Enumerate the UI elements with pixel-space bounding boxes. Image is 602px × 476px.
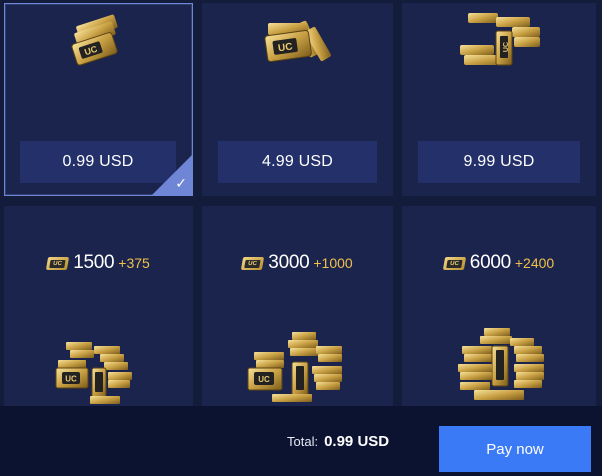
package-card-3[interactable]: UC 9.99 USD — [402, 3, 596, 196]
uc-bonus-amount: +2400 — [514, 255, 555, 271]
checkout-footer: Total: 0.99 USD Pay now — [0, 406, 602, 476]
pay-now-button[interactable]: Pay now — [439, 426, 591, 472]
package-card-6[interactable]: UC 6000 +2400 — [402, 206, 596, 406]
uc-badge-icon: UC — [241, 256, 265, 270]
package-card-4[interactable]: UC 1500 +375 UC — [4, 206, 193, 406]
package-card-2[interactable]: UC 4.99 USD — [202, 3, 393, 196]
svg-text:UC: UC — [258, 375, 270, 384]
total-value: 0.99 USD — [324, 433, 390, 450]
package-card-1[interactable]: UC 0.99 USD ✓ — [4, 3, 193, 196]
uc-badge-icon: UC — [46, 256, 70, 270]
uc-base-amount: 1500 — [73, 252, 115, 273]
uc-bonus-amount: +375 — [118, 255, 150, 271]
price-label: 4.99 USD — [218, 141, 377, 183]
uc-coin-stack-icon — [454, 324, 554, 406]
uc-badge-icon: UC — [442, 256, 466, 270]
uc-bonus-amount: +1000 — [313, 255, 353, 271]
checkmark-icon: ✓ — [175, 175, 187, 191]
svg-text:UC: UC — [65, 375, 77, 384]
total-summary: Total: 0.99 USD — [287, 433, 389, 450]
package-grid: UC 0.99 USD ✓ UC 4.99 USD UC 9.99 USD UC… — [0, 0, 602, 406]
uc-coin-stack-icon: UC — [50, 334, 140, 406]
uc-coin-small-pile-icon: UC — [63, 14, 135, 66]
uc-coin-medium-pile-icon: UC — [258, 11, 338, 69]
uc-coin-stack-icon: UC — [242, 328, 352, 406]
uc-coin-large-pile-icon: UC — [456, 9, 546, 69]
package-card-5[interactable]: UC 3000 +1000 UC — [202, 206, 393, 406]
uc-amount: UC 6000 +2400 — [402, 252, 596, 274]
price-label: 9.99 USD — [418, 141, 580, 183]
uc-base-amount: 3000 — [268, 252, 310, 273]
uc-base-amount: 6000 — [469, 252, 511, 273]
svg-text:UC: UC — [277, 41, 293, 54]
uc-amount: UC 3000 +1000 — [202, 252, 393, 274]
uc-amount: UC 1500 +375 — [4, 252, 193, 274]
total-label: Total: — [287, 434, 319, 449]
svg-text:UC: UC — [503, 42, 510, 52]
